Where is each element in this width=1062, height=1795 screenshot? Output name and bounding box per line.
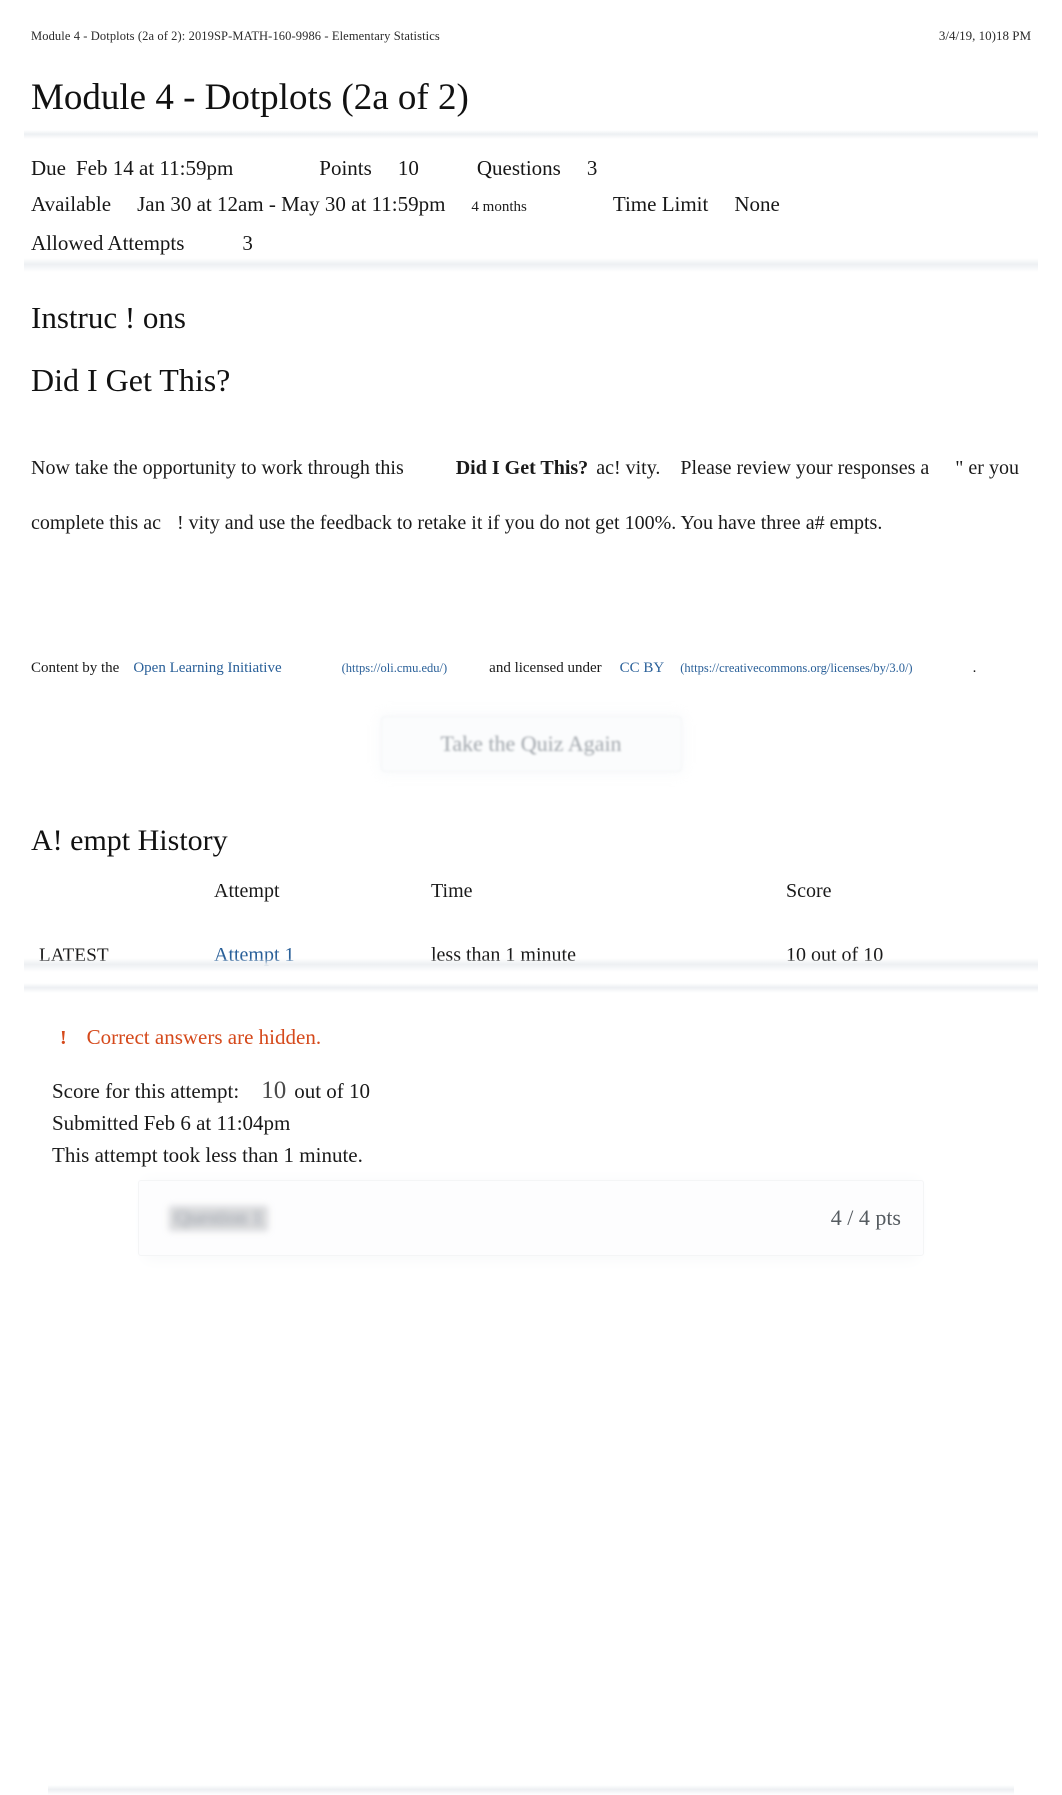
attempt-score-summary: Score for this attempt: 10 out of 10 Submi… — [52, 1075, 370, 1171]
points-label: Points — [319, 156, 372, 180]
due-label: Due — [31, 156, 66, 180]
quiz-metadata: Due Feb 14 at 11:59pm Points 10 Questions 3 A… — [31, 150, 1031, 261]
score-for-attempt-line: Score for this attempt: 10 out of 10 — [52, 1075, 370, 1107]
available-label: Available — [31, 192, 112, 216]
attribution-middle: and licensed under — [489, 660, 602, 676]
meta-row-available: Available Jan 30 at 12am - May 30 at 11:5… — [31, 186, 1031, 225]
warning-icon: ! — [60, 1027, 67, 1049]
hidden-answers-warning: ! Correct answers are hidden. — [60, 1025, 321, 1050]
para-segment-3: Please review your responses a — [680, 457, 930, 479]
para-segment-6: ! vity and use the feedback to retake it… — [176, 512, 801, 534]
attempt-history-heading: A! empt History — [31, 824, 228, 857]
column-header-attempt: Attempt — [214, 880, 280, 902]
print-header: Module 4 - Dotplots (2a of 2): 2019SP-MA… — [31, 28, 1031, 44]
submitted-line: Submitted Feb 6 at 11:04pm — [52, 1111, 291, 1135]
divider-table-bottom — [24, 958, 1038, 972]
para-bold-did-i-get-this: Did I Get This? — [455, 457, 589, 479]
page-title: Module 4 - Dotplots (2a of 2) — [31, 77, 469, 118]
instructions-paragraph: Now take the opportunity to work through… — [31, 441, 1031, 551]
question-points: 4 / 4 pts — [830, 1205, 901, 1230]
open-learning-initiative-link[interactable]: Open Learning Initiative — [133, 660, 281, 676]
column-header-time: Time — [431, 880, 473, 902]
attempt-history-table: Attempt Time Score LATEST Attempt 1 less… — [24, 880, 1038, 1795]
para-segment-4: " er — [955, 457, 984, 479]
available-value: Jan 30 at 12am - May 30 at 11:59pm — [137, 192, 446, 216]
questions-value: 3 — [586, 156, 598, 180]
attribution-prefix: Content by the — [31, 660, 120, 676]
warning-text: Correct answers are hidden. — [86, 1025, 322, 1049]
cc-by-link[interactable]: CC BY — [620, 660, 665, 676]
time-limit-label: Time Limit — [612, 192, 709, 216]
attempt-duration-line: This attempt took less than 1 minute. — [52, 1143, 363, 1167]
meta-row-attempts: Allowed Attempts 3 — [31, 225, 1031, 261]
print-header-timestamp: 3/4/19, 10)18 PM — [938, 28, 1031, 43]
para-segment-2: ac! vity. — [596, 457, 661, 479]
attribution-suffix: . — [972, 660, 977, 676]
divider-top — [24, 130, 1038, 139]
divider-table-header — [48, 1785, 1014, 1795]
divider-meta-bottom — [24, 258, 1038, 272]
due-value: Feb 14 at 11:59pm — [76, 156, 234, 180]
question-label: Question 1 — [169, 1205, 269, 1231]
allowed-attempts-label: Allowed Attempts — [31, 231, 185, 255]
score-value: 10 — [261, 1077, 287, 1104]
open-learning-initiative-url: (https://oli.cmu.edu/) — [341, 661, 448, 675]
time-limit-value: None — [734, 192, 780, 216]
allowed-attempts-value: 3 — [242, 231, 253, 255]
take-quiz-again-button[interactable]: Take the Quiz Again — [380, 716, 682, 772]
table-header-row: Attempt Time Score — [24, 880, 1038, 919]
score-out-of: out of 10 — [294, 1079, 371, 1103]
take-quiz-again-container: Take the Quiz Again — [0, 716, 1062, 772]
print-header-title: Module 4 - Dotplots (2a of 2): 2019SP-MA… — [31, 29, 440, 43]
meta-row-due: Due Feb 14 at 11:59pm Points 10 Questions 3 — [31, 150, 1031, 186]
score-label: Score for this attempt: — [52, 1079, 240, 1103]
cc-by-url: (https://creativecommons.org/licenses/by… — [680, 661, 913, 675]
question-header-box: Question 1 4 / 4 pts — [138, 1180, 924, 1256]
attribution-line: Content by the Open Learning Initiative (h… — [31, 657, 1031, 679]
para-segment-1: Now take the opportunity to work through… — [31, 457, 404, 479]
available-duration: 4 months — [471, 199, 527, 215]
instructions-heading: Instruc ! ons — [31, 300, 186, 335]
did-i-get-this-heading: Did I Get This? — [31, 362, 231, 398]
divider-below-table — [24, 983, 1038, 993]
column-header-score: Score — [786, 880, 832, 902]
para-segment-7: a# empts. — [805, 512, 883, 534]
points-value: 10 — [397, 156, 419, 180]
questions-label: Questions — [476, 156, 561, 180]
